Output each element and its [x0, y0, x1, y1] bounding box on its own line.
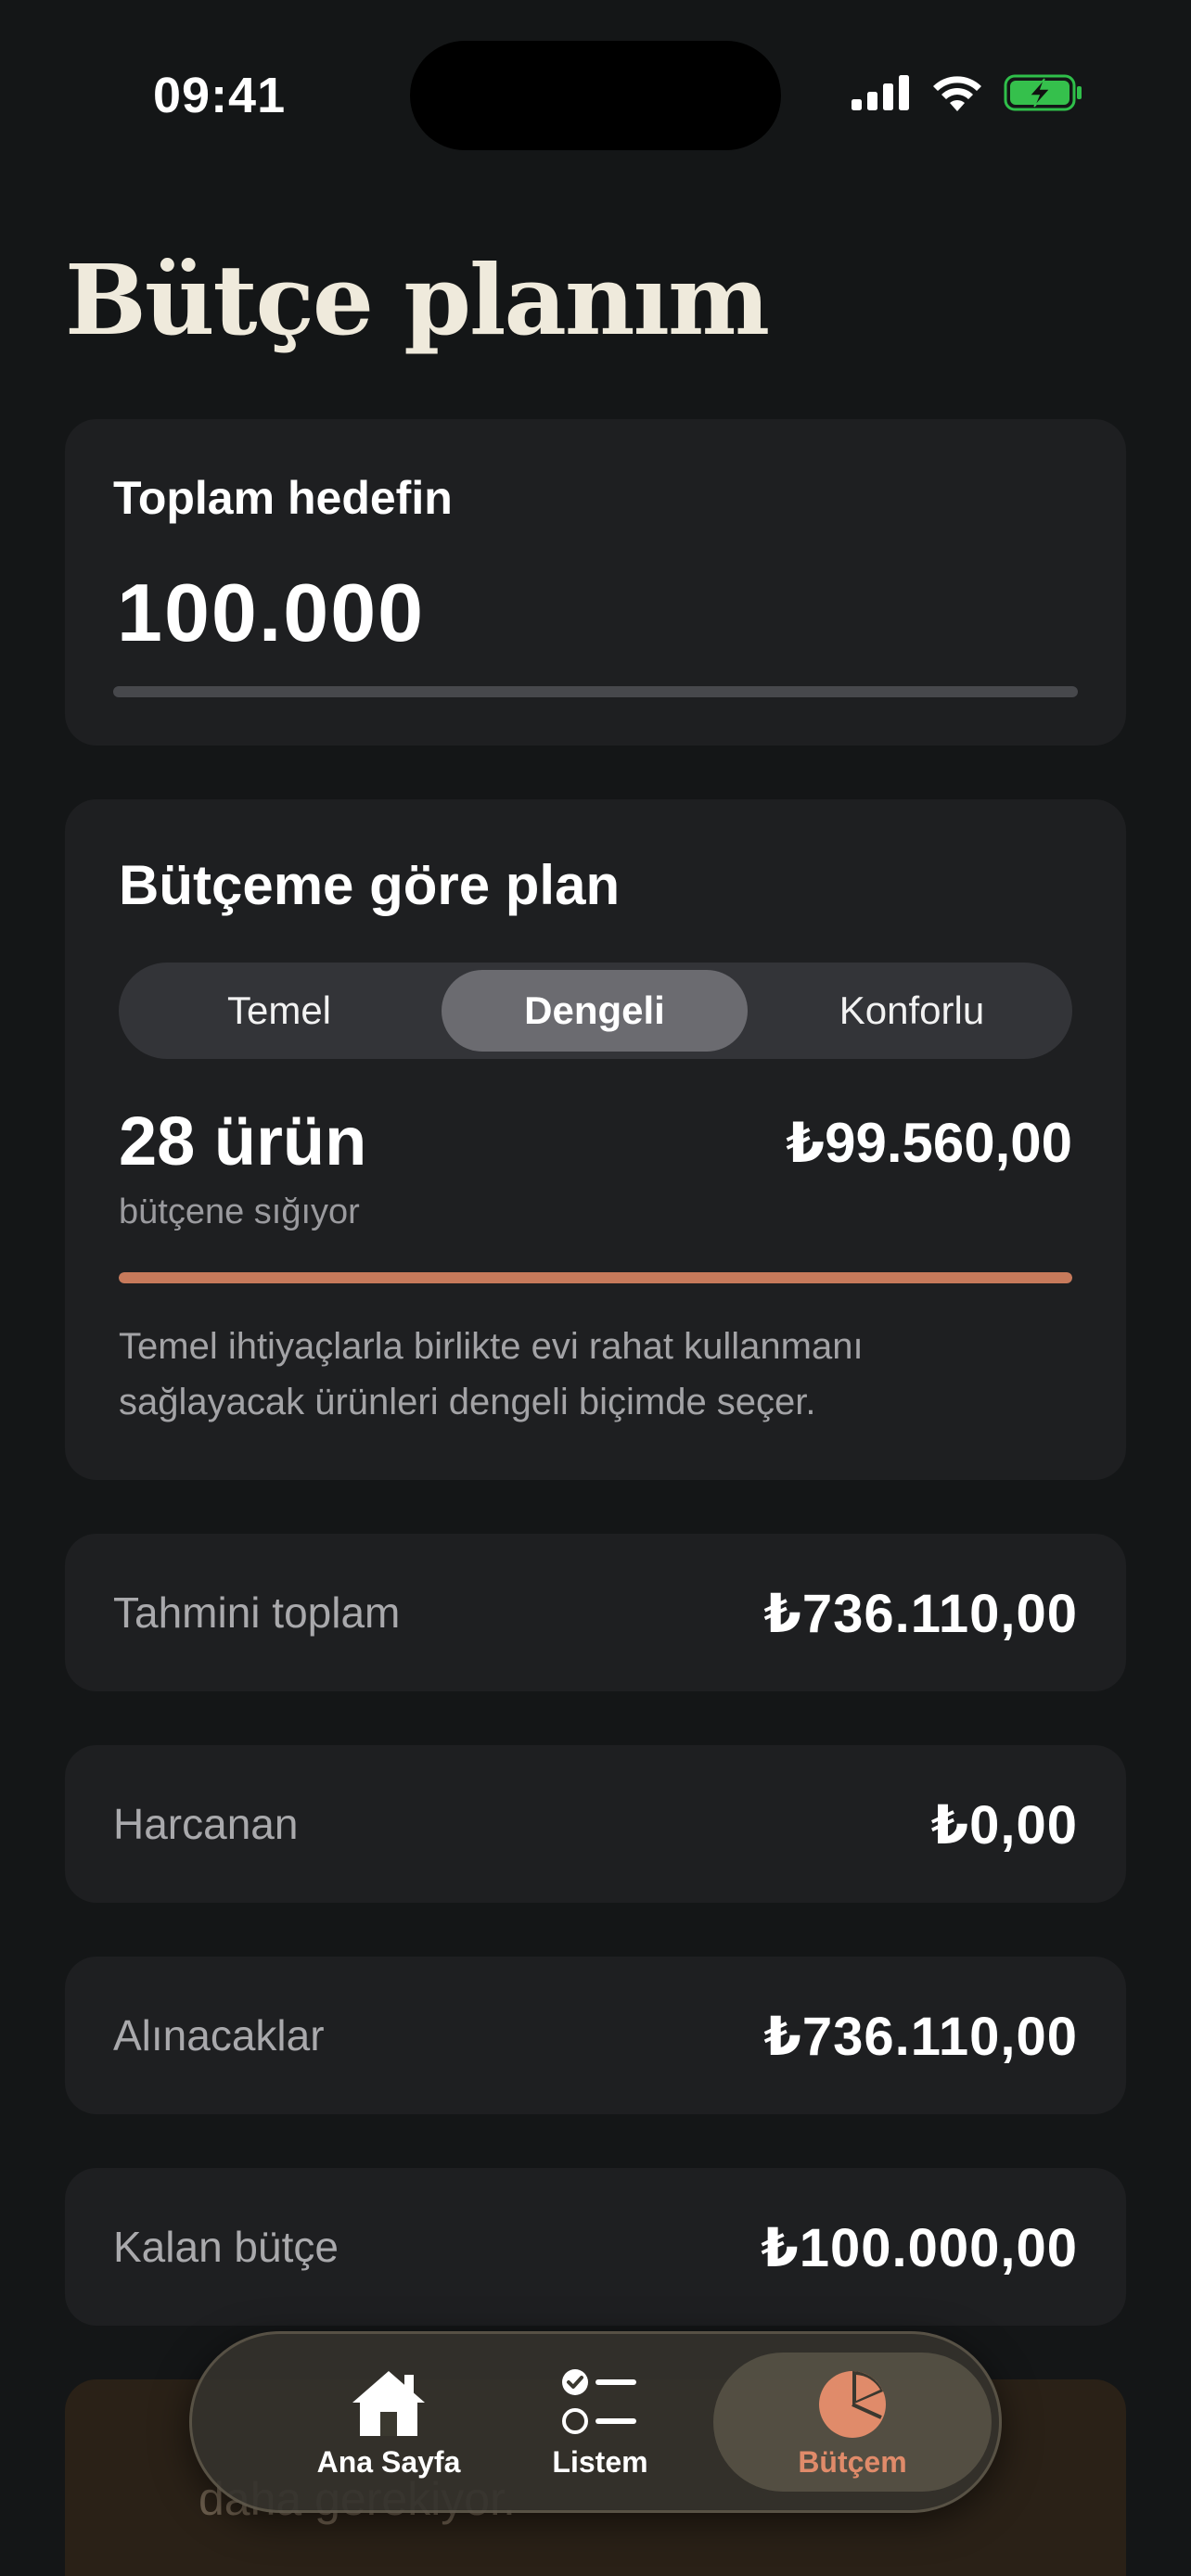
plan-progress-fill [119, 1272, 1072, 1283]
budget-screen: 09:41 Bütçe planım Toplam hedefin 100.00… [0, 0, 1191, 2576]
segment-temel[interactable]: Temel [126, 970, 432, 1052]
stat-row-remaining-budget: Kalan bütçe ₺100.000,00 [65, 2168, 1126, 2326]
plan-card: Bütçeme göre plan Temel Dengeli Konforlu… [65, 799, 1126, 1480]
segment-konforlu[interactable]: Konforlu [759, 970, 1065, 1052]
goal-label: Toplam hedefin [113, 472, 453, 524]
stat-row-spent: Harcanan ₺0,00 [65, 1745, 1126, 1903]
tab-label: Listem [552, 2444, 648, 2479]
product-count-caption: bütçene sığıyor [119, 1192, 360, 1231]
stat-value: ₺736.110,00 [763, 1584, 1078, 1644]
plan-segmented-control: Temel Dengeli Konforlu [119, 963, 1072, 1059]
tab-label: Bütçem [798, 2444, 907, 2479]
goal-card: Toplam hedefin 100.000 [65, 419, 1126, 746]
stat-row-estimated-total: Tahmini toplam ₺736.110,00 [65, 1534, 1126, 1691]
tab-list[interactable]: Listem [461, 2353, 739, 2492]
battery-charging-icon [1004, 74, 1082, 111]
stat-label: Kalan bütçe [113, 2223, 339, 2271]
stat-label: Alınacaklar [113, 2011, 325, 2060]
stat-row-to-buy: Alınacaklar ₺736.110,00 [65, 1957, 1126, 2114]
cellular-signal-icon [852, 75, 909, 110]
stat-value: ₺0,00 [930, 1795, 1078, 1855]
plan-title: Bütçeme göre plan [119, 854, 621, 916]
plan-total: ₺99.560,00 [786, 1112, 1072, 1174]
goal-input-underline [113, 686, 1078, 697]
stat-label: Tahmini toplam [113, 1588, 401, 1637]
stat-label: Harcanan [113, 1800, 299, 1848]
product-count: 28 ürün [119, 1103, 367, 1180]
stat-value: ₺100.000,00 [761, 2218, 1078, 2278]
stat-value: ₺736.110,00 [763, 2007, 1078, 2067]
plan-description: Temel ihtiyaçlarla birlikte evi rahat ku… [119, 1326, 864, 1422]
tab-bar: Ana Sayfa Listem Bütçem [189, 2331, 1002, 2513]
checklist-icon [562, 2368, 636, 2434]
segment-dengeli[interactable]: Dengeli [442, 970, 748, 1052]
pie-chart-icon [819, 2370, 886, 2438]
wifi-icon [933, 76, 981, 111]
status-time: 09:41 [153, 68, 287, 123]
tab-budget[interactable]: Bütçem [713, 2353, 992, 2492]
plan-progress-bar [119, 1272, 1072, 1283]
status-icons [852, 70, 1083, 115]
home-icon [352, 2370, 425, 2436]
page-title: Bütçe planım [65, 243, 770, 357]
dynamic-island [410, 41, 781, 150]
goal-amount-input[interactable]: 100.000 [117, 566, 425, 660]
tab-label: Ana Sayfa [316, 2444, 461, 2479]
